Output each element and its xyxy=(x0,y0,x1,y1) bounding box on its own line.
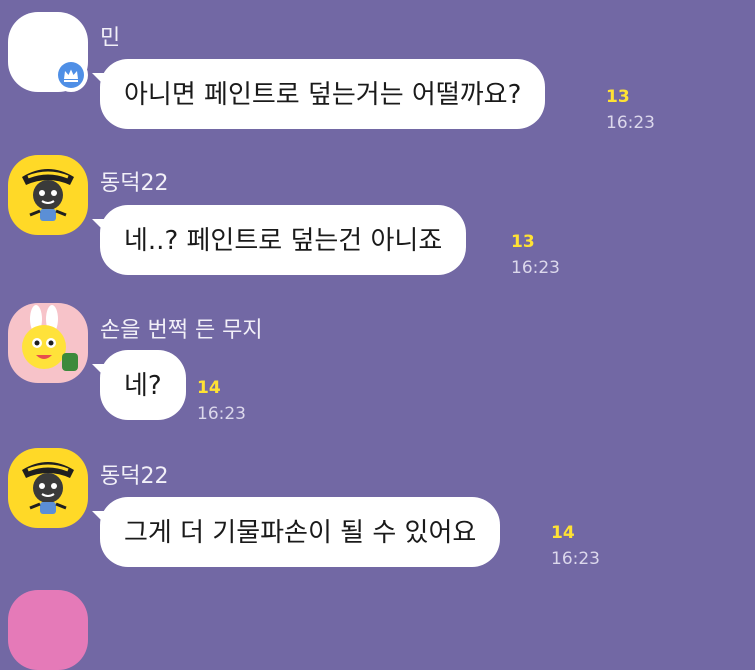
timestamp: 16:23 xyxy=(551,549,600,569)
message-bubble[interactable]: 네? xyxy=(92,350,186,420)
message-bubble[interactable]: 네..? 페인트로 덮는건 아니죠 xyxy=(91,205,467,275)
avatar[interactable] xyxy=(8,155,88,235)
message-meta: 14 16:23 xyxy=(551,522,600,570)
friday-character-avatar xyxy=(22,169,74,221)
message-bubble[interactable]: 그게 더 기물파손이 될 수 있어요 xyxy=(91,497,501,567)
avatar[interactable] xyxy=(8,303,88,383)
unread-count: 14 xyxy=(551,523,575,543)
friday-character-avatar xyxy=(22,462,74,514)
crown-icon xyxy=(64,69,78,82)
timestamp: 16:23 xyxy=(606,113,655,133)
timestamp: 16:23 xyxy=(197,404,246,424)
avatar[interactable] xyxy=(8,448,88,528)
sender-name: 손을 번쩍 든 무지 xyxy=(100,318,263,343)
sender-name: 동덕22 xyxy=(100,464,169,489)
avatar[interactable] xyxy=(8,590,88,670)
unread-count: 14 xyxy=(197,378,221,398)
message-meta: 13 16:23 xyxy=(511,231,560,279)
host-badge xyxy=(54,58,88,92)
unread-count: 13 xyxy=(606,87,630,107)
message-meta: 13 16:23 xyxy=(606,86,655,134)
sender-name: 동덕22 xyxy=(100,171,169,196)
muzi-character-avatar xyxy=(22,305,78,371)
message-bubble[interactable]: 아니면 페인트로 덮는거는 어떨까요? xyxy=(91,59,546,129)
timestamp: 16:23 xyxy=(511,258,560,278)
message-meta: 14 16:23 xyxy=(197,377,246,425)
unread-count: 13 xyxy=(511,232,535,252)
sender-name: 민 xyxy=(100,26,121,51)
